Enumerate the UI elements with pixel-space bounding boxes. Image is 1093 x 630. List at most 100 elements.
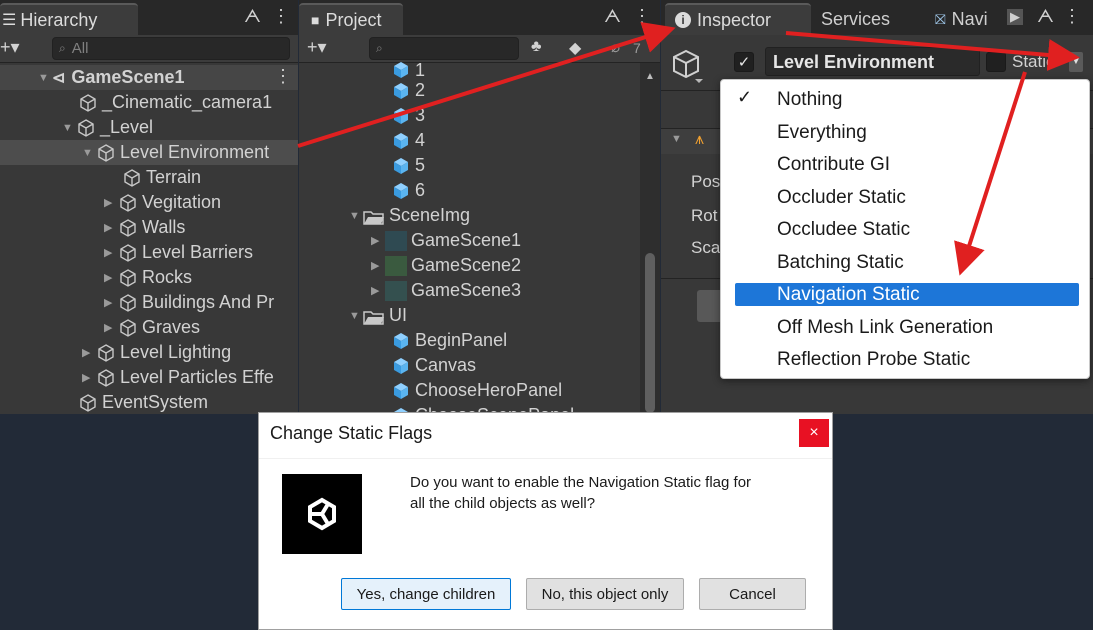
more-tabs-icon[interactable]: ▶ <box>1007 9 1023 25</box>
create-button[interactable]: +▾ <box>0 37 20 58</box>
expand-arrow-icon[interactable]: ▼ <box>671 133 682 145</box>
collapsed-arrow-icon[interactable]: ▶ <box>104 246 118 259</box>
collapsed-arrow-icon[interactable]: ▶ <box>104 221 118 234</box>
dropdown-item-contribute-gi[interactable]: Contribute GI <box>777 152 890 178</box>
hierarchy-item[interactable]: ▶ Walls <box>104 215 185 240</box>
scroll-up-icon[interactable]: ▲ <box>645 71 655 82</box>
scene-menu-icon[interactable]: ⋮ <box>274 66 292 87</box>
hierarchy-item[interactable]: ▼ _Level <box>62 115 153 140</box>
project-item[interactable]: 3 <box>391 103 425 128</box>
static-checkbox[interactable] <box>986 52 1006 72</box>
expand-arrow-icon[interactable]: ▼ <box>62 122 76 134</box>
object-name-field[interactable]: Level Environment <box>765 47 980 76</box>
project-item[interactable]: 2 <box>391 78 425 103</box>
project-search-input[interactable]: ⌕ <box>369 37 519 60</box>
project-folder[interactable]: ▼ SceneImg <box>349 203 470 228</box>
collapsed-arrow-icon[interactable]: ▶ <box>371 234 385 247</box>
hierarchy-item-level-environment[interactable]: ▼ Level Environment <box>82 140 269 165</box>
hierarchy-item[interactable]: ▶ Level Particles Effe <box>82 365 274 390</box>
project-tabbar: ■ Project ᗅ ⋮ <box>299 0 660 35</box>
change-static-flags-dialog: Change Static Flags × Do you want to ena… <box>258 412 833 630</box>
expand-arrow-icon[interactable]: ▼ <box>349 310 363 322</box>
cancel-button[interactable]: Cancel <box>699 578 806 610</box>
lock-icon[interactable]: ᗅ <box>604 6 621 27</box>
folder-open-icon <box>363 209 385 225</box>
dropdown-item-nothing[interactable]: Nothing <box>777 87 843 113</box>
dropdown-item-occluder-static[interactable]: Occluder Static <box>777 185 906 211</box>
list-icon: ☰ <box>2 12 17 29</box>
close-button[interactable]: × <box>799 419 829 447</box>
collapsed-arrow-icon[interactable]: ▶ <box>371 259 385 272</box>
collapsed-arrow-icon[interactable]: ▶ <box>82 346 96 359</box>
expand-arrow-icon[interactable]: ▼ <box>38 72 52 84</box>
scrollbar-thumb[interactable] <box>645 253 655 413</box>
project-folder[interactable]: ▼ UI <box>349 303 407 328</box>
dropdown-item-everything[interactable]: Everything <box>777 120 867 146</box>
dropdown-item-batching-static[interactable]: Batching Static <box>777 250 904 276</box>
transform-icon: ⩚ <box>695 131 705 148</box>
dropdown-item-reflection-probe-static[interactable]: Reflection Probe Static <box>777 347 970 373</box>
dropdown-item-occludee-static[interactable]: Occludee Static <box>777 217 910 243</box>
kebab-menu-icon[interactable]: ⋮ <box>633 6 651 27</box>
kebab-menu-icon[interactable]: ⋮ <box>1063 6 1081 27</box>
hidden-count: 7 <box>633 40 641 56</box>
inspector-tabbar: i Inspector Services ⛝ Navi ▶ ᗅ ⋮ <box>661 0 1093 35</box>
tab-inspector[interactable]: i Inspector <box>665 3 811 35</box>
tab-hierarchy[interactable]: ☰ Hierarchy <box>0 3 138 35</box>
project-item[interactable]: ▶ GameScene3 <box>371 278 521 303</box>
static-dropdown-button[interactable]: ▼ <box>1069 52 1083 72</box>
dropdown-item-off-mesh-link-generation[interactable]: Off Mesh Link Generation <box>777 315 993 341</box>
hierarchy-item[interactable]: ▶ Level Barriers <box>104 240 253 265</box>
scale-label: Sca <box>691 238 721 257</box>
lock-icon[interactable]: ᗅ <box>244 6 261 27</box>
collapsed-arrow-icon[interactable]: ▶ <box>371 284 385 297</box>
kebab-menu-icon[interactable]: ⋮ <box>272 6 290 27</box>
dropdown-item-navigation-static[interactable]: Navigation Static <box>777 282 920 308</box>
project-scrollbar[interactable]: ▲ <box>640 63 660 414</box>
project-item[interactable]: ChooseHeroPanel <box>391 378 562 403</box>
project-item[interactable]: 4 <box>391 128 425 153</box>
project-item[interactable]: 6 <box>391 178 425 203</box>
tab-services[interactable]: Services <box>821 3 890 35</box>
hierarchy-scene-row[interactable]: ▼ ⊲ GameScene1 <box>38 65 184 90</box>
create-button[interactable]: +▾ <box>307 37 327 58</box>
search-icon: ⌕ <box>376 41 383 55</box>
lock-icon[interactable]: ᗅ <box>1037 6 1054 27</box>
hierarchy-item[interactable]: ▶ Level Lighting <box>82 340 231 365</box>
collapsed-arrow-icon[interactable]: ▶ <box>104 271 118 284</box>
expand-arrow-icon[interactable]: ▼ <box>82 147 96 159</box>
project-item[interactable]: 1 <box>391 60 425 80</box>
expand-arrow-icon[interactable]: ▼ <box>349 210 363 222</box>
active-checkbox[interactable]: ✓ <box>734 52 754 72</box>
gameobject-icon <box>96 343 116 363</box>
yes-change-children-button[interactable]: Yes, change children <box>341 578 511 610</box>
hierarchy-item[interactable]: _Cinematic_camera1 <box>78 90 272 115</box>
collapsed-arrow-icon[interactable]: ▶ <box>82 371 96 384</box>
hidden-packages-icon[interactable]: ⌀ <box>611 38 620 56</box>
checkmark-icon: ✓ <box>737 87 753 107</box>
no-this-object-only-button[interactable]: No, this object only <box>526 578 684 610</box>
navigation-icon: ⛝ <box>935 10 946 27</box>
hierarchy-search-input[interactable]: ⌕ All <box>52 37 290 60</box>
project-item[interactable]: ▶ GameScene1 <box>371 228 521 253</box>
project-item[interactable]: Canvas <box>391 353 476 378</box>
info-icon: i <box>675 12 691 28</box>
hierarchy-item[interactable]: ▶ Vegitation <box>104 190 221 215</box>
hierarchy-item[interactable]: EventSystem <box>78 390 208 414</box>
project-item[interactable]: 5 <box>391 153 425 178</box>
collapsed-arrow-icon[interactable]: ▶ <box>104 321 118 334</box>
collapsed-arrow-icon[interactable]: ▶ <box>104 196 118 209</box>
hierarchy-item[interactable]: ▶ Graves <box>104 315 200 340</box>
filter-label-icon[interactable]: ◆ <box>569 38 581 58</box>
project-item[interactable]: BeginPanel <box>391 328 507 353</box>
tab-navigation[interactable]: ⛝ Navi <box>935 3 988 35</box>
project-item[interactable]: ▶ GameScene2 <box>371 253 521 278</box>
image-thumbnail-icon <box>385 280 407 301</box>
hierarchy-item[interactable]: Terrain <box>122 165 201 190</box>
filter-type-icon[interactable]: ♣ <box>531 38 542 56</box>
collapsed-arrow-icon[interactable]: ▶ <box>104 296 118 309</box>
hierarchy-panel: ☰ Hierarchy ᗅ ⋮ +▾ ⌕ All ▼ ⊲ GameScene1 … <box>0 0 298 414</box>
hierarchy-item[interactable]: ▶ Buildings And Pr <box>104 290 274 315</box>
tab-project[interactable]: ■ Project <box>299 3 403 35</box>
hierarchy-item[interactable]: ▶ Rocks <box>104 265 192 290</box>
